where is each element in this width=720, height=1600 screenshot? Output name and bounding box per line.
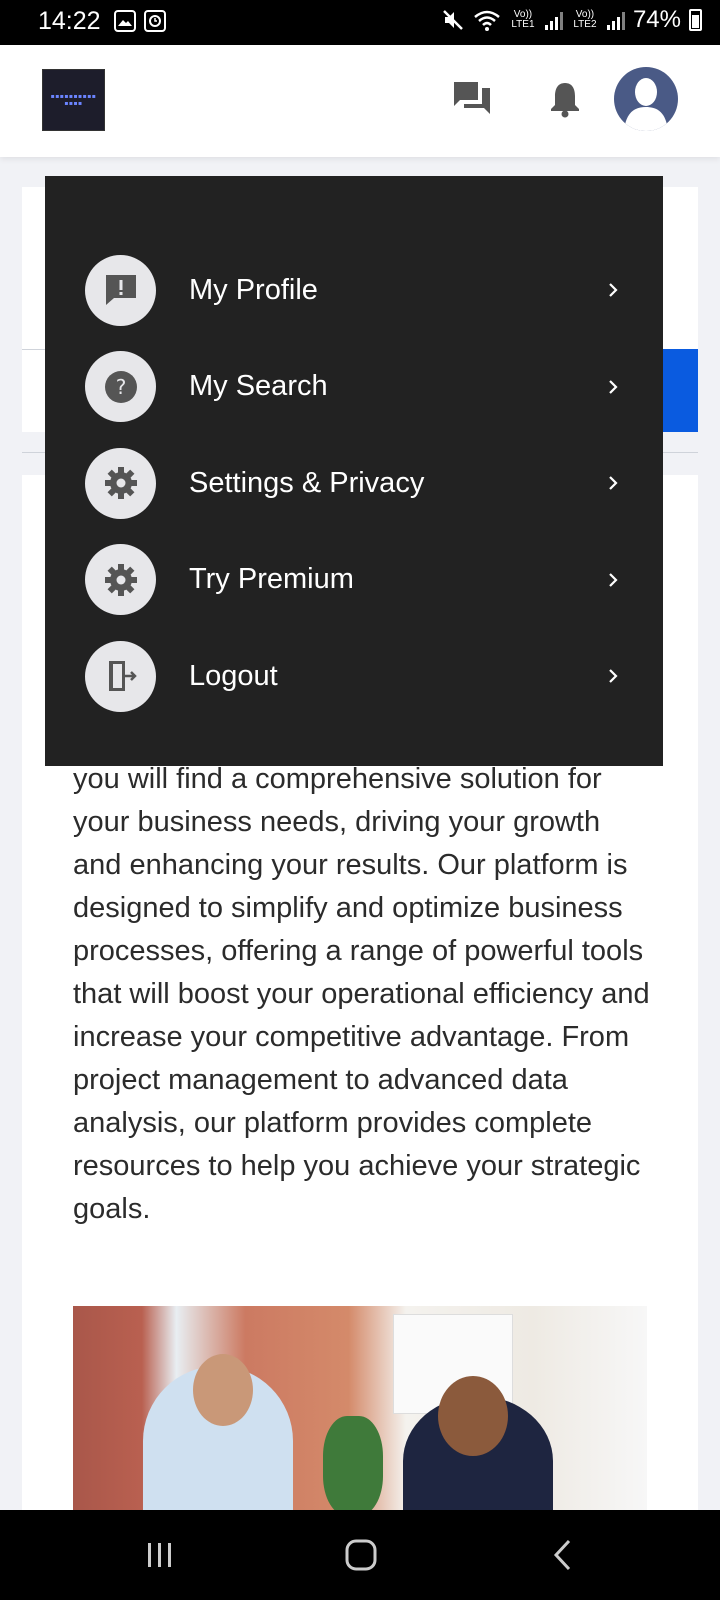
menu-item-my-profile[interactable]: My Profile <box>45 242 663 339</box>
menu-item-label: Settings & Privacy <box>189 466 425 499</box>
chat-icon[interactable] <box>452 79 492 119</box>
recents-icon[interactable] <box>140 1537 180 1573</box>
mute-icon <box>443 10 463 30</box>
logo[interactable]: ▪▪▪▪▪▪▪▪▪▪ ▪▪▪▪ <box>42 69 105 131</box>
gear-icon <box>85 447 156 519</box>
menu-item-try-premium[interactable]: Try Premium <box>45 532 663 629</box>
app-header: ▪▪▪▪▪▪▪▪▪▪ ▪▪▪▪ <box>0 45 720 157</box>
status-time: 14:22 <box>38 7 101 35</box>
question-icon: ? <box>85 351 156 423</box>
bell-icon[interactable] <box>545 79 585 119</box>
menu-item-my-search[interactable]: ? My Search <box>45 339 663 436</box>
avatar[interactable] <box>614 67 678 131</box>
menu-item-label: Try Premium <box>189 563 354 596</box>
chevron-right-icon <box>605 475 621 491</box>
content-paragraph: you will find a comprehensive solution f… <box>73 763 650 1225</box>
sim1-label: Vo)) LTE1 <box>511 9 535 30</box>
sim2-label: Vo)) LTE2 <box>573 9 597 30</box>
business-photo <box>73 1306 647 1510</box>
menu-item-label: Logout <box>189 659 278 692</box>
chevron-right-icon <box>605 668 621 684</box>
wifi-icon <box>474 10 500 31</box>
svg-text:?: ? <box>115 375 126 399</box>
chevron-right-icon <box>605 379 621 395</box>
profile-dropdown-menu: My Profile ? My Search Settings & Privac… <box>45 176 663 766</box>
menu-item-settings-privacy[interactable]: Settings & Privacy <box>45 435 663 532</box>
status-bar: 14:22 Vo)) LTE1 Vo)) LTE2 74% <box>0 0 720 45</box>
gallery-icon <box>114 10 136 32</box>
menu-item-label: My Profile <box>189 273 318 306</box>
home-icon[interactable] <box>341 1537 381 1573</box>
battery-icon <box>689 9 702 31</box>
signal-icon <box>606 10 625 30</box>
battery-percent: 74% <box>632 6 681 33</box>
gear-icon <box>85 544 156 616</box>
chevron-right-icon <box>605 572 621 588</box>
chevron-right-icon <box>605 282 621 298</box>
logout-icon <box>85 640 156 712</box>
signal-icon <box>544 10 563 30</box>
menu-item-label: My Search <box>189 370 328 403</box>
menu-item-logout[interactable]: Logout <box>45 628 663 725</box>
back-icon[interactable] <box>543 1537 583 1573</box>
system-nav-bar <box>0 1510 720 1600</box>
screen-record-icon <box>144 10 166 32</box>
alert-icon <box>85 254 156 326</box>
